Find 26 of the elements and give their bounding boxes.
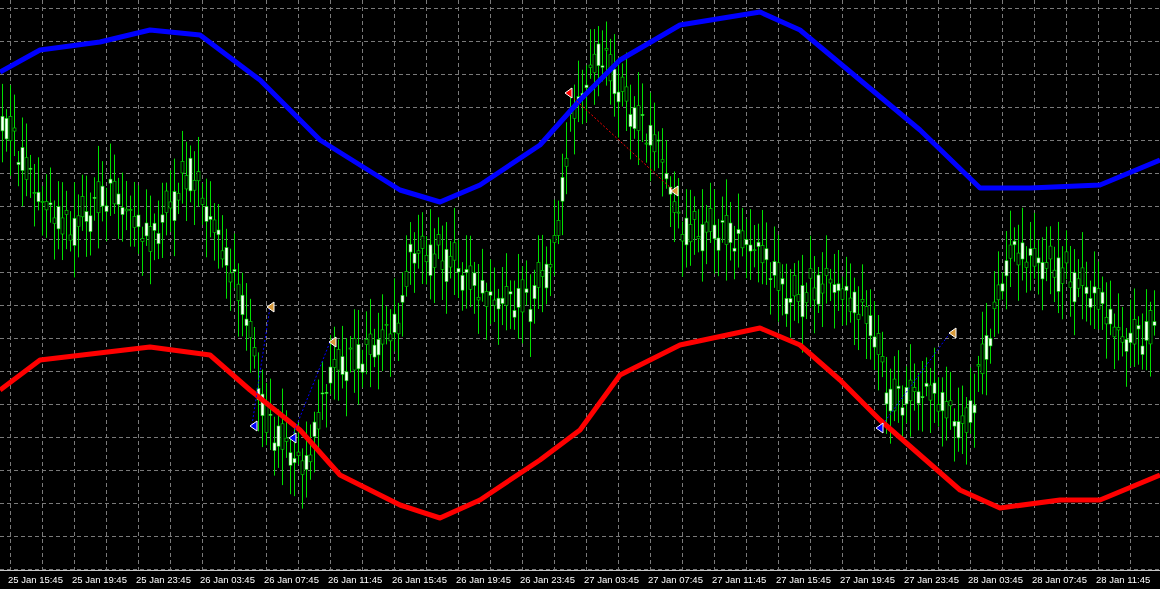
time-axis-label: 28 Jan 07:45 [1032,573,1088,587]
time-axis-label: 26 Jan 03:45 [200,573,256,587]
arrow-icon [670,185,679,197]
arrow-icon [875,422,884,434]
time-axis-label: 27 Jan 15:45 [776,573,832,587]
arrow-icon [288,432,297,444]
arrow-icon [249,420,258,432]
time-axis-label: 27 Jan 23:45 [904,573,960,587]
time-axis-label: 27 Jan 19:45 [840,573,896,587]
arrow-icon [948,327,957,339]
time-axis-label: 26 Jan 19:45 [456,573,512,587]
arrow-icon [328,336,337,348]
time-axis-label: 26 Jan 11:45 [328,573,384,587]
time-axis-label: 27 Jan 11:45 [712,573,768,587]
time-axis-label: 26 Jan 07:45 [264,573,320,587]
time-axis-label: 26 Jan 15:45 [392,573,448,587]
time-axis-label: 25 Jan 19:45 [72,573,128,587]
time-axis-label: 28 Jan 11:45 [1096,573,1152,587]
arrow-icon [266,301,275,313]
time-axis-label: 25 Jan 15:45 [8,573,64,587]
time-axis-label: 25 Jan 23:45 [136,573,192,587]
arrow-icon [564,87,573,99]
time-axis-label: 27 Jan 03:45 [584,573,640,587]
time-axis-label: 26 Jan 23:45 [520,573,576,587]
time-axis-label: 27 Jan 07:45 [648,573,704,587]
time-axis-label: 28 Jan 03:45 [968,573,1024,587]
